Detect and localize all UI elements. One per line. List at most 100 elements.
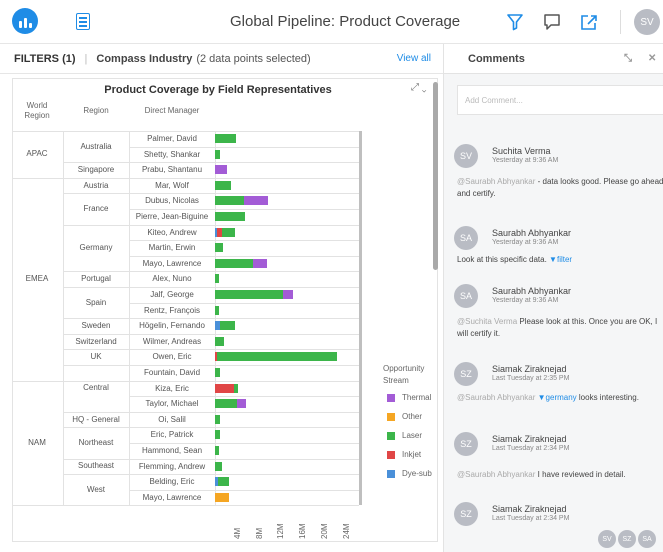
filter-industry[interactable]: Compass Industry [96,53,192,65]
comment-author-name[interactable]: Siamak Ziraknejad [492,434,567,444]
comment-author-name[interactable]: Saurabh Abhyankar [492,286,571,296]
manager-label[interactable]: Wilmer, Andreas [129,337,215,346]
comment-avatar[interactable]: SV [454,144,478,168]
manager-label[interactable]: Owen, Eric [129,352,215,361]
comment-body: Look at this specific data. [457,255,547,264]
manager-label[interactable]: Taylor, Michael [129,399,215,408]
bar-laser[interactable] [215,274,220,284]
bar-inkjet[interactable] [215,383,235,393]
manager-label[interactable]: Martin, Erwin [129,243,215,252]
pin-icon[interactable]: ⤡ [624,53,632,64]
manager-label[interactable]: Eric, Patrick [129,430,215,439]
manager-label[interactable]: Dubus, Nicolas [129,196,215,205]
comment-avatar[interactable]: SZ [454,362,478,386]
chart-scrollbar[interactable] [433,82,438,270]
bar-laser[interactable] [220,321,235,331]
comment-icon[interactable] [541,11,563,33]
comment-author-name[interactable]: Saurabh Abhyankar [492,228,571,238]
participant-avatar[interactable]: SA [638,530,656,548]
manager-label[interactable]: Belding, Eric [129,477,215,486]
comment-avatar[interactable]: SZ [454,432,478,456]
manager-label[interactable]: Rentz, François [129,306,215,315]
manager-label[interactable]: Pierre, Jean-Biguine [129,212,215,221]
manager-label[interactable]: Mayo, Lawrence [129,259,215,268]
manager-label[interactable]: Alex, Nuno [129,274,215,283]
comment-timestamp: Yesterday at 9:36 AM [492,157,559,164]
bar-laser[interactable] [215,196,244,206]
comment-author-name[interactable]: Suchita Verma [492,146,551,156]
bar-laser[interactable] [215,149,221,159]
manager-label[interactable]: Jalf, George [129,290,215,299]
region-label: Austria [83,180,109,190]
participant-avatar[interactable]: SZ [618,530,636,548]
comment-author-name[interactable]: Siamak Ziraknejad [492,504,567,514]
legend-item-inkjet[interactable]: Inkjet [387,450,421,459]
chart-options-icon[interactable]: ⤢ ⌄ [411,82,427,93]
comment-avatar[interactable]: SA [454,226,478,250]
manager-label[interactable]: Mar, Wolf [129,181,215,190]
bar-laser[interactable] [215,446,220,455]
row-divider [129,458,359,460]
filter-icon[interactable] [504,11,526,33]
bar-laser[interactable] [215,336,224,346]
legend-item-laser[interactable]: Laser [387,431,422,440]
comment-mention[interactable]: @Saurabh Abhyankar [457,177,535,186]
add-comment-input[interactable]: Add Comment... [457,85,663,115]
participant-avatar[interactable]: SV [598,530,616,548]
bar-laser[interactable] [215,180,232,190]
app-logo-icon[interactable] [12,8,38,34]
comment-filter-link[interactable]: ▼germany [535,393,577,402]
manager-label[interactable]: Högelin, Fernando [129,321,215,330]
bar-laser[interactable] [221,227,236,237]
bar-laser[interactable] [215,399,237,409]
bar-laser[interactable] [234,383,238,393]
comment-body: I have reviewed in detail. [535,470,626,479]
comment-mention[interactable]: @Saurabh Abhyankar [457,470,535,479]
document-icon[interactable] [76,13,90,30]
view-all-link[interactable]: View all [397,53,431,64]
bar-laser[interactable] [215,290,284,299]
comment-avatar[interactable]: SA [454,284,478,308]
legend-item-dye-sub[interactable]: Dye-sub [387,469,432,478]
bar-laser[interactable] [217,477,229,487]
legend-item-thermal[interactable]: Thermal [387,393,431,402]
bar-laser[interactable] [215,414,221,424]
manager-label[interactable]: Kiza, Eric [129,384,215,393]
bar-laser[interactable] [215,461,222,471]
share-icon[interactable] [578,11,600,33]
bar-laser[interactable] [215,258,254,268]
manager-label[interactable]: Fountain, David [129,368,215,377]
bar-laser[interactable] [215,243,224,253]
comment-author-name[interactable]: Siamak Ziraknejad [492,364,567,374]
bar-laser[interactable] [215,134,236,143]
bar-laser[interactable] [215,305,219,315]
user-avatar[interactable]: SV [634,9,660,35]
bar-laser[interactable] [216,352,337,362]
comment-avatar[interactable]: SZ [454,502,478,526]
filters-label[interactable]: FILTERS (1) [14,53,76,65]
bar-thermal[interactable] [243,196,269,206]
bar-laser[interactable] [215,368,220,377]
bar-laser[interactable] [215,212,245,221]
comment-mention[interactable]: @Saurabh Abhyankar [457,393,535,402]
manager-label[interactable]: Mayo, Lawrence [129,493,215,502]
manager-label[interactable]: Kiteo, Andrew [129,228,215,237]
legend-swatch [387,393,395,402]
bar-thermal[interactable] [236,399,247,409]
region-label: Singapore [77,165,115,174]
manager-label[interactable]: Prabu, Shantanu [129,165,215,174]
manager-label[interactable]: Palmer, David [129,134,215,143]
comment-mention[interactable]: @Suchita Verma [457,317,517,326]
bar-thermal[interactable] [215,165,227,175]
manager-label[interactable]: Shetty, Shankar [129,150,215,159]
comment-filter-link[interactable]: ▼filter [547,255,572,264]
legend-item-other[interactable]: Other [387,412,422,421]
bar-thermal[interactable] [253,258,268,268]
manager-label[interactable]: Oi, Salil [129,415,215,424]
manager-label[interactable]: Flemming, Andrew [129,462,215,471]
bar-laser[interactable] [215,430,220,440]
manager-label[interactable]: Hammond, Sean [129,446,215,455]
close-icon[interactable]: ✕ [648,53,656,64]
bar-thermal[interactable] [283,290,293,299]
bar-other[interactable] [215,492,229,502]
